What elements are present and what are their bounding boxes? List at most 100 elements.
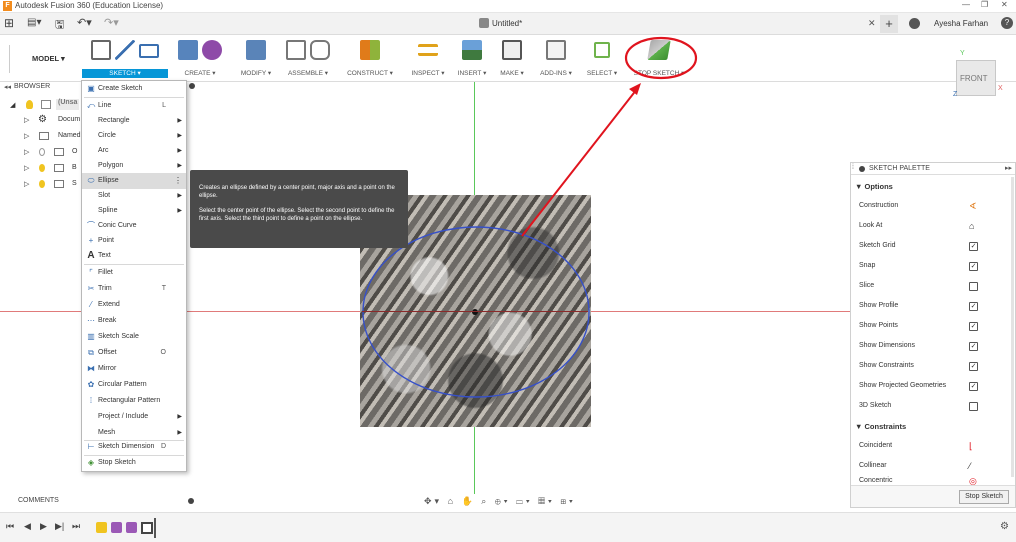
menu-item-text[interactable]: A Text (82, 248, 186, 264)
menu-item-offset[interactable]: ⧉ Offset O (82, 345, 186, 361)
timeline-feature-form-2[interactable] (126, 522, 137, 533)
option-construction[interactable]: Construction ∢ (859, 196, 1009, 216)
show-projected-geometries-checkbox[interactable]: ✓ (969, 382, 978, 391)
3d-sketch-checkbox[interactable] (969, 402, 978, 411)
expand-arrow-icon[interactable]: ◢ (10, 101, 15, 109)
viewcube[interactable]: FRONT (956, 60, 996, 96)
make-3d-print-icon[interactable] (502, 40, 522, 60)
timeline-first-icon[interactable]: ⏮ (6, 521, 14, 532)
option-show-constraints[interactable]: Show Constraints ✓ (859, 356, 1009, 376)
menu-item-slot[interactable]: Slot ▶ (82, 188, 186, 204)
menu-item-mirror[interactable]: ⧓ Mirror (82, 361, 186, 377)
close-icon[interactable]: ✕ (1001, 0, 1008, 9)
sketch-grid-checkbox[interactable]: ✓ (969, 242, 978, 251)
option-3d-sketch[interactable]: 3D Sketch (859, 396, 1009, 416)
option-look-at[interactable]: Look At ⌂ (859, 216, 1009, 236)
collapse-browser-icon[interactable]: ◂◂ (4, 83, 11, 91)
option-show-dimensions[interactable]: Show Dimensions ✓ (859, 336, 1009, 356)
menu-item-ellipse[interactable]: ⬭ Ellipse ⋮ (82, 173, 186, 189)
stop-sketch-button[interactable]: Stop Sketch (959, 490, 1009, 504)
snap-checkbox[interactable]: ✓ (969, 262, 978, 271)
browser-row-label[interactable]: B (72, 164, 77, 171)
option-show-points[interactable]: Show Points ✓ (859, 316, 1009, 336)
constraint-coincident[interactable]: Coincident ⌊ (859, 436, 1009, 456)
pan-icon[interactable]: ✋ (462, 496, 476, 506)
line-icon[interactable] (115, 40, 135, 60)
menu-item-rectangular-pattern[interactable]: ⁞ Rectangular Pattern (82, 393, 186, 409)
expand-arrow-icon[interactable]: ▷ (24, 132, 29, 140)
show-constraints-checkbox[interactable]: ✓ (969, 362, 978, 371)
toolbar-group-assemble[interactable]: ASSEMBLE ▾ (280, 38, 336, 80)
timeline-feature-sketch[interactable] (141, 522, 153, 534)
browser-row-label[interactable]: Named (58, 132, 81, 139)
options-section-header[interactable]: ▼ Options (855, 182, 893, 191)
new-component-icon[interactable] (286, 40, 306, 60)
toolbar-group-create[interactable]: CREATE ▾ (170, 38, 230, 80)
scripts-icon[interactable] (546, 40, 566, 60)
coincident-icon[interactable]: ⌊ (969, 436, 973, 456)
toolbar-group-select[interactable]: SELECT ▾ (584, 38, 620, 80)
viewcube-face-label[interactable]: FRONT (960, 74, 988, 83)
show-dimensions-checkbox[interactable]: ✓ (969, 342, 978, 351)
expand-arrow-icon[interactable]: ▷ (24, 164, 29, 172)
toolbar-group-inspect[interactable]: INSPECT ▾ (404, 38, 452, 80)
menu-item-create-sketch[interactable]: ▣ Create Sketch (82, 81, 186, 97)
menu-item-spline[interactable]: Spline ▶ (82, 203, 186, 219)
option-show-projected-geometries[interactable]: Show Projected Geometries ✓ (859, 376, 1009, 396)
measure-icon[interactable] (418, 44, 438, 56)
viewports-icon[interactable]: ⊞▾ (560, 496, 576, 506)
slice-checkbox[interactable] (969, 282, 978, 291)
display-settings-icon[interactable]: ▭▾ (516, 496, 533, 506)
toolbar-group-make[interactable]: MAKE ▾ (494, 38, 530, 80)
option-slice[interactable]: Slice (859, 276, 1009, 296)
redo-icon[interactable]: ↷▾ (104, 16, 119, 29)
menu-item-stop-sketch[interactable]: ◈ Stop Sketch (82, 455, 186, 471)
create-sketch-icon[interactable] (91, 40, 111, 60)
toolbar-group-insert[interactable]: INSERT ▾ (454, 38, 490, 80)
expand-arrow-icon[interactable]: ▷ (24, 180, 29, 188)
browser-row-document-settings[interactable]: ▷ ⚙ Docum (0, 114, 82, 130)
ellipse-center-point[interactable] (472, 309, 478, 315)
show-profile-checkbox[interactable]: ✓ (969, 302, 978, 311)
timeline-settings-icon[interactable]: ⚙ (1000, 521, 1009, 532)
timeline-marker[interactable] (154, 518, 156, 538)
menu-item-polygon[interactable]: Polygon ▶ (82, 158, 186, 174)
toolbar-label-create[interactable]: CREATE ▾ (170, 69, 230, 77)
toolbar-label-assemble[interactable]: ASSEMBLE ▾ (280, 69, 336, 77)
file-menu-icon[interactable]: ▤▾ (27, 17, 41, 28)
look-at-icon[interactable]: ⌂ (448, 496, 456, 506)
timeline-next-icon[interactable]: ▶| (55, 521, 64, 532)
select-icon[interactable] (594, 42, 610, 58)
user-name[interactable]: Ayesha Farhan (934, 19, 988, 28)
close-tab-icon[interactable]: ✕ (868, 18, 876, 29)
grid-settings-icon[interactable]: ▦▾ (538, 496, 555, 506)
minimize-icon[interactable]: — (962, 0, 970, 9)
toolbar-label-modify[interactable]: MODIFY ▾ (232, 69, 280, 77)
browser-row-origin[interactable]: ▷ O (0, 146, 82, 162)
menu-item-fillet[interactable]: ⌜ Fillet (82, 265, 186, 281)
constraint-collinear[interactable]: Collinear ⁄ (859, 456, 1009, 476)
option-sketch-grid[interactable]: Sketch Grid ✓ (859, 236, 1009, 256)
timeline-feature-form[interactable] (111, 522, 122, 533)
restore-icon[interactable]: ❐ (981, 0, 988, 9)
timeline-feature-extrude[interactable] (96, 522, 107, 533)
zoom-icon[interactable]: ⌕ (481, 496, 489, 506)
menu-item-rectangle[interactable]: Rectangle ▶ (82, 113, 186, 129)
job-status-icon[interactable] (909, 18, 920, 29)
offset-plane-icon[interactable] (360, 40, 380, 60)
toolbar-label-insert[interactable]: INSERT ▾ (454, 69, 490, 77)
toolbar-label-construct[interactable]: CONSTRUCT ▾ (340, 69, 400, 77)
menu-item-circular-pattern[interactable]: ✿ Circular Pattern (82, 377, 186, 393)
insert-image-icon[interactable] (462, 40, 482, 60)
toolbar-group-sketch[interactable]: SKETCH ▾ (82, 38, 168, 80)
expand-arrow-icon[interactable]: ▷ (24, 148, 29, 156)
palette-expand-icon[interactable]: ▸▸ (1005, 164, 1012, 172)
timeline-last-icon[interactable]: ⏭ (72, 521, 80, 532)
timeline-previous-icon[interactable]: ◀ (24, 521, 31, 532)
toolbar-label-inspect[interactable]: INSPECT ▾ (404, 69, 452, 77)
joint-icon[interactable] (310, 40, 330, 60)
browser-row-bodies[interactable]: ▷ B (0, 162, 82, 178)
workspace-switcher[interactable]: MODEL ▾ (32, 54, 65, 63)
option-snap[interactable]: Snap ✓ (859, 256, 1009, 276)
show-points-checkbox[interactable]: ✓ (969, 322, 978, 331)
